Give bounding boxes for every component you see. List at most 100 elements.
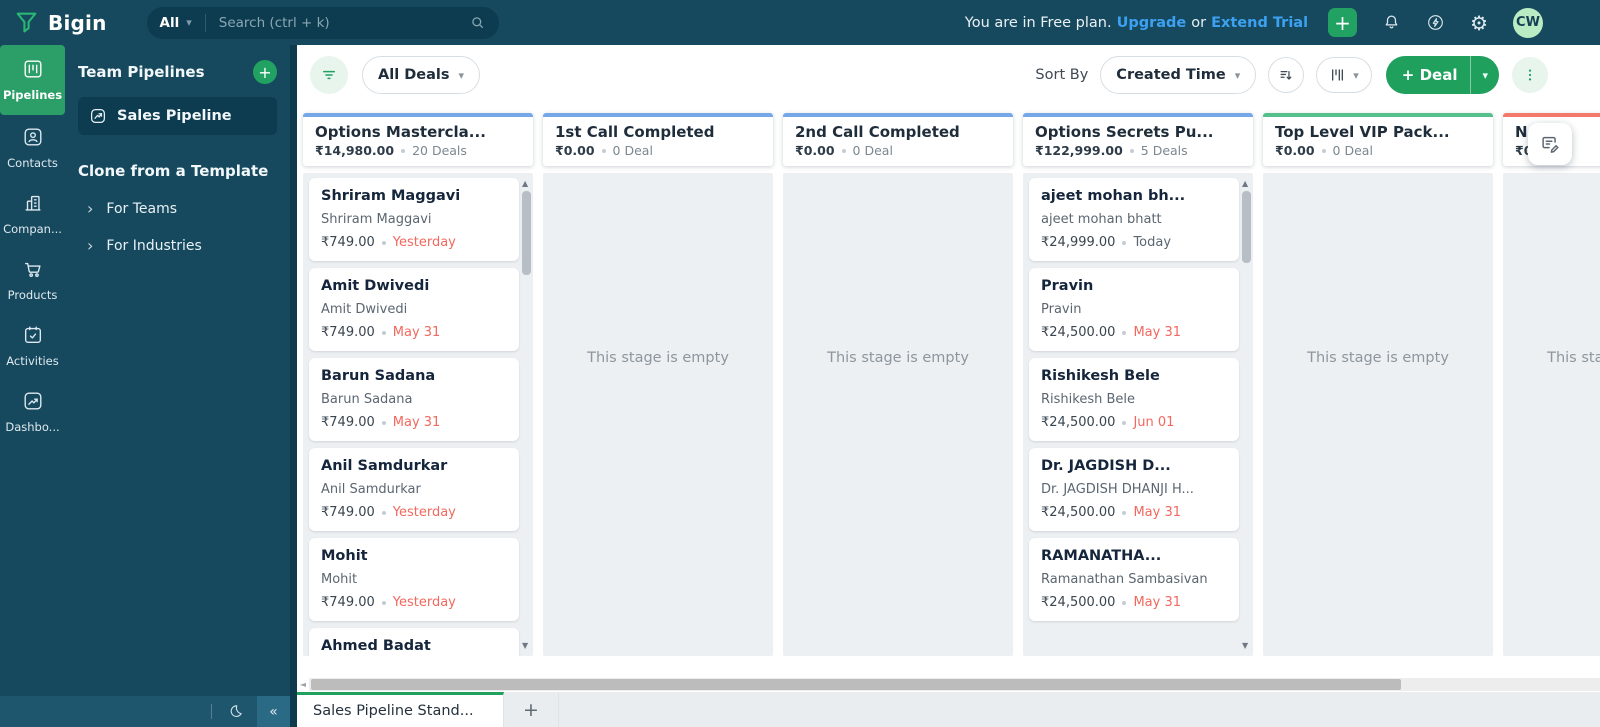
pipeline-stage-column: 2nd Call Completed ₹0.00 0 Deal This stage … (783, 113, 1013, 676)
scrollbar-thumb[interactable] (522, 191, 531, 275)
sort-descending-icon (1280, 70, 1292, 80)
scroll-down-arrow[interactable]: ▼ (1242, 641, 1248, 650)
sort-field-dropdown[interactable]: Created Time ▾ (1100, 56, 1257, 94)
sidebar-item-activities[interactable]: Activities (0, 313, 65, 379)
pipeline-item-sales[interactable]: Sales Pipeline (78, 97, 277, 135)
deal-amount: ₹749.00 (321, 235, 375, 250)
quick-add-button[interactable]: + (1328, 8, 1358, 37)
sort-order-button[interactable] (1268, 57, 1305, 93)
column-scrollbar[interactable]: ▲ ▼ (1240, 175, 1253, 654)
clone-template-heading: Clone from a Template (78, 162, 269, 180)
clone-group-for-industries[interactable]: › For Industries (78, 238, 277, 255)
separator-dot (381, 330, 386, 335)
deal-card[interactable]: Ahmed Badat (309, 628, 519, 656)
deal-card[interactable]: Amit Dwivedi Amit Dwivedi ₹749.00 May 31 (309, 268, 519, 351)
stage-meta: ₹0.00 0 Deal (795, 143, 1001, 158)
clone-group-label: For Teams (106, 201, 178, 217)
top-bar: Bigin All ▾ You are in Free plan. Upgrad… (0, 0, 1600, 45)
global-search[interactable]: All ▾ (146, 6, 499, 39)
collapse-sidebar-button[interactable]: « (257, 696, 290, 727)
add-deal-menu-button[interactable]: ▾ (1470, 56, 1499, 94)
deal-meta: ₹749.00 May 31 (321, 415, 507, 430)
whats-new-button[interactable] (1426, 13, 1445, 32)
scroll-down-arrow[interactable]: ▼ (522, 641, 528, 650)
filter-button[interactable] (310, 56, 348, 94)
bolt-circle-icon (1428, 15, 1443, 30)
separator-dot (601, 148, 606, 153)
scroll-left-arrow[interactable]: ◄ (297, 680, 309, 689)
stage-header[interactable]: Options Mastercla... ₹14,980.00 20 Deals (303, 113, 533, 166)
sidebar-item-products[interactable]: Products (0, 247, 65, 313)
deal-contact: Shriram Maggavi (321, 212, 432, 227)
deal-card[interactable]: Shriram Maggavi Shriram Maggavi ₹749.00 Yes… (309, 178, 519, 261)
add-subpipeline-button[interactable]: + (504, 692, 559, 727)
deal-meta: ₹24,500.00 May 31 (1041, 595, 1227, 610)
search-input[interactable] (218, 14, 469, 31)
gear-icon: ⚙ (1470, 10, 1488, 35)
notifications-button[interactable] (1382, 13, 1401, 32)
deal-card[interactable]: Mohit Mohit ₹749.00 Yesterday (309, 538, 519, 621)
bigin-logo-icon (16, 12, 37, 33)
dark-mode-toggle[interactable] (227, 703, 244, 720)
pipeline-stage-column: Not In₹0.00This stage is empty (1503, 113, 1600, 676)
deal-card[interactable]: Dr. JAGDISH D... Dr. JAGDISH DHANJI H... ₹… (1029, 448, 1239, 531)
moon-icon (230, 705, 242, 718)
settings-button[interactable]: ⚙ (1470, 13, 1488, 33)
stage-amount: ₹0.00 (795, 143, 835, 158)
deal-card[interactable]: Pravin Pravin ₹24,500.00 May 31 (1029, 268, 1239, 351)
view-switcher-dropdown[interactable]: ▾ (1316, 57, 1372, 93)
stage-amount: ₹0.00 (1275, 143, 1315, 158)
deal-closing-date: Yesterday (392, 235, 456, 250)
add-deal-label[interactable]: + Deal (1386, 56, 1471, 94)
sort-field-value: Created Time (1116, 67, 1226, 83)
sidebar-item-companies[interactable]: Compan... (0, 181, 65, 247)
scrollbar-thumb[interactable] (311, 678, 1401, 690)
edit-stages-button[interactable] (1528, 123, 1572, 165)
deals-filter-dropdown[interactable]: All Deals ▾ (362, 56, 480, 94)
scroll-up-arrow[interactable]: ▲ (522, 179, 528, 188)
clone-group-label: For Industries (106, 238, 202, 254)
stage-body: This stage is empty (543, 173, 773, 656)
sidebar-item-dashboards[interactable]: Dashbo... (0, 379, 65, 445)
deal-name: Barun Sadana (321, 368, 436, 384)
horizontal-scrollbar[interactable]: ◄ (297, 676, 1600, 692)
deal-card[interactable]: Barun Sadana Barun Sadana ₹749.00 May 31 (309, 358, 519, 441)
stage-header[interactable]: 2nd Call Completed ₹0.00 0 Deal (783, 113, 1013, 166)
scrollbar-thumb[interactable] (1242, 191, 1251, 263)
add-deal-button[interactable]: + Deal ▾ (1385, 56, 1499, 94)
scrollbar-track[interactable] (309, 677, 1600, 691)
search-scope-select[interactable]: All (160, 15, 180, 31)
activities-icon (22, 324, 44, 349)
deal-name: RAMANATHA... (1041, 548, 1162, 564)
more-options-button[interactable] (1512, 57, 1548, 93)
kanban-columns-icon (1332, 69, 1344, 81)
app-shell: Pipelines Contacts Compan... Products Activi… (0, 45, 1600, 727)
scroll-up-arrow[interactable]: ▲ (1242, 179, 1248, 188)
stage-header[interactable]: 1st Call Completed ₹0.00 0 Deal (543, 113, 773, 166)
deal-name: Pravin (1041, 278, 1094, 294)
column-scrollbar[interactable]: ▲ ▼ (520, 175, 533, 654)
upgrade-link[interactable]: Upgrade (1117, 15, 1187, 31)
deal-card[interactable]: RAMANATHA... Ramanathan Sambasivan ₹24,500… (1029, 538, 1239, 621)
sidebar-nav: Pipelines Contacts Compan... Products Activi… (0, 45, 65, 727)
subpipeline-tab[interactable]: Sales Pipeline Stand... (297, 692, 504, 727)
chevron-down-icon: ▾ (1482, 68, 1488, 82)
topbar-actions: You are in Free plan. Upgrade or Extend … (965, 7, 1600, 38)
deal-closing-date: Today (1133, 235, 1172, 250)
deal-card[interactable]: Anil Samdurkar Anil Samdurkar ₹749.00 Yeste… (309, 448, 519, 531)
deal-card[interactable]: Rishikesh Bele Rishikesh Bele ₹24,500.00 Ju… (1029, 358, 1239, 441)
sidebar-item-contacts[interactable]: Contacts (0, 115, 65, 181)
divider (204, 13, 206, 32)
stage-header[interactable]: Top Level VIP Pack... ₹0.00 0 Deal (1263, 113, 1493, 166)
deal-card[interactable]: ajeet mohan bh... ajeet mohan bhatt ₹24,99… (1029, 178, 1239, 261)
extend-trial-link[interactable]: Extend Trial (1211, 15, 1308, 31)
trend-arrow-icon (90, 108, 106, 124)
user-avatar[interactable]: CW (1513, 7, 1543, 38)
clone-group-for-teams[interactable]: › For Teams (78, 201, 277, 218)
sidebar-item-pipelines[interactable]: Pipelines (0, 45, 65, 115)
add-pipeline-button[interactable]: + (253, 60, 277, 84)
pipeline-stage-column: 1st Call Completed ₹0.00 0 Deal This stage … (543, 113, 773, 676)
stage-header[interactable]: Options Secrets Pu... ₹122,999.00 5 Deals (1023, 113, 1253, 166)
divider (211, 704, 212, 719)
deals-filter-value: All Deals (378, 67, 450, 83)
